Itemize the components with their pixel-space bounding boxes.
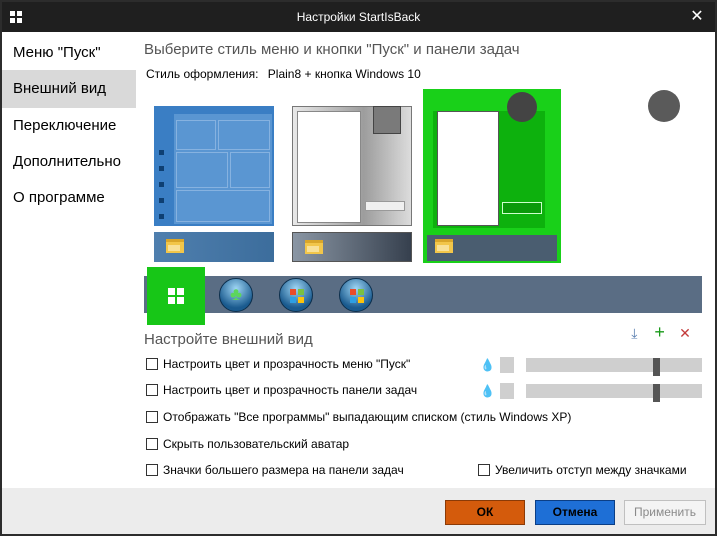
slider-thumb[interactable] [653, 384, 660, 402]
sidebar-item-switching[interactable]: Переключение [2, 107, 136, 145]
window-title: Настройки StartIsBack [296, 10, 421, 24]
opacity-drop-icon: 💧 [480, 384, 495, 398]
dialog-footer: ОК Отмена Применить [2, 488, 715, 534]
sidebar: Меню "Пуск" Внешний вид Переключение Доп… [2, 32, 138, 488]
sidebar-item-appearance[interactable]: Внешний вид [2, 70, 136, 108]
folder-icon [305, 240, 323, 254]
user-avatar-icon [648, 90, 680, 122]
color-swatch[interactable] [500, 383, 514, 399]
plus-icon[interactable]: + [650, 322, 670, 343]
close-icon[interactable]: ✕ [675, 325, 695, 342]
option-menu-color[interactable]: Настроить цвет и прозрачность меню "Пуск… [146, 357, 410, 375]
title-bar: Настройки StartIsBack ✕ [2, 2, 715, 32]
option-taskbar-color[interactable]: Настроить цвет и прозрачность панели зад… [146, 383, 417, 401]
checkbox[interactable] [146, 384, 158, 396]
checkbox[interactable] [146, 438, 158, 450]
start-button-selector: ♣ [144, 267, 702, 325]
page-title: Выберите стиль меню и кнопки "Пуск" и па… [144, 41, 520, 58]
checkbox[interactable] [478, 464, 490, 476]
checkbox[interactable] [146, 358, 158, 370]
checkbox[interactable] [146, 464, 158, 476]
appearance-panel: Выберите стиль меню и кнопки "Пуск" и па… [138, 32, 715, 488]
option-large-taskbar-icons[interactable]: Значки большего размера на панели задач [146, 463, 404, 481]
apply-button[interactable]: Применить [624, 500, 706, 525]
option-xp-all-programs[interactable]: Отображать "Все программы" выпадающим сп… [146, 410, 571, 428]
sidebar-item-start-menu[interactable]: Меню "Пуск" [2, 34, 136, 72]
folder-icon [166, 239, 184, 253]
windows-vista-orb-icon[interactable] [339, 278, 373, 312]
taskbar-transparency-slider[interactable] [526, 384, 702, 402]
customize-toolbar: ⤓ + ✕ [622, 322, 695, 343]
avatar [373, 106, 401, 134]
windows-10-logo-icon[interactable] [147, 267, 205, 325]
customize-section-title: Настройте внешний вид [144, 331, 313, 348]
windows-7-orb-icon[interactable] [279, 278, 313, 312]
slider-thumb[interactable] [653, 358, 660, 376]
theme-preview-windows7[interactable] [292, 106, 412, 226]
taskbar-preview-windows7[interactable] [292, 232, 412, 262]
menu-transparency-slider[interactable] [526, 358, 702, 376]
sidebar-item-about[interactable]: О программе [2, 179, 136, 217]
style-info: Стиль оформления: Plain8 + кнопка Window… [146, 67, 421, 81]
close-icon[interactable]: ✕ [685, 6, 709, 28]
taskbar-preview-plain8[interactable] [423, 232, 561, 262]
settings-window: Настройки StartIsBack ✕ Меню "Пуск" Внеш… [0, 0, 717, 536]
taskbar-transparency-controls: 💧 [480, 382, 702, 402]
option-hide-avatar[interactable]: Скрыть пользовательский аватар [146, 437, 349, 455]
theme-preview-windows10[interactable] [154, 106, 274, 226]
taskbar-preview-windows10[interactable] [154, 232, 274, 262]
folder-icon [435, 239, 453, 253]
sidebar-item-advanced[interactable]: Дополнительно [2, 143, 136, 181]
download-icon[interactable]: ⤓ [624, 325, 644, 342]
clover-orb-icon[interactable]: ♣ [219, 278, 253, 312]
avatar [507, 92, 537, 122]
style-label: Стиль оформления: [146, 67, 259, 81]
color-swatch[interactable] [500, 357, 514, 373]
style-value: Plain8 + кнопка Windows 10 [267, 67, 421, 81]
ok-button[interactable]: ОК [445, 500, 525, 525]
cancel-button[interactable]: Отмена [535, 500, 615, 525]
checkbox[interactable] [146, 411, 158, 423]
opacity-drop-icon: 💧 [480, 358, 495, 372]
option-icon-spacing[interactable]: Увеличить отступ между значками [478, 463, 687, 481]
menu-transparency-controls: 💧 [480, 356, 702, 376]
